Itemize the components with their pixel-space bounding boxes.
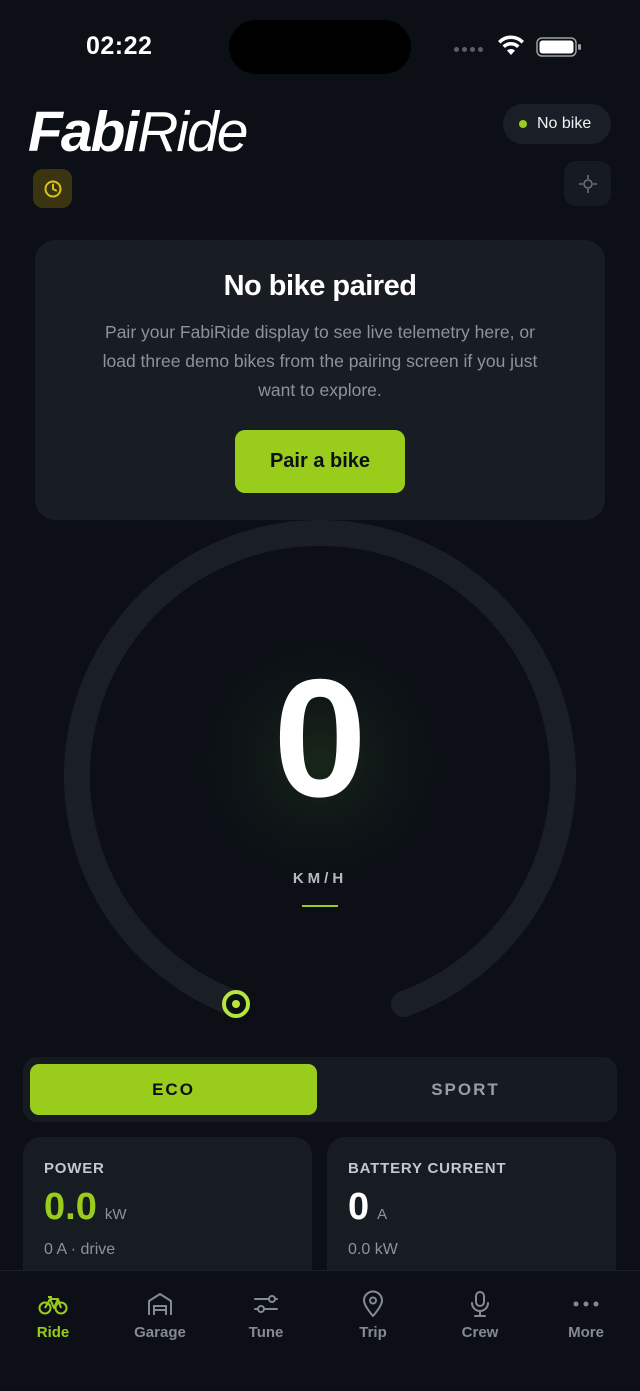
no-bike-title: No bike paired (223, 270, 417, 302)
mode-eco-button[interactable]: ECO (30, 1064, 317, 1115)
tab-garage[interactable]: Garage (115, 1289, 205, 1341)
battery-current-label: BATTERY CURRENT (348, 1160, 507, 1177)
tab-tune[interactable]: Tune (221, 1289, 311, 1341)
locate-button[interactable] (564, 161, 611, 206)
dynamic-island (229, 20, 411, 74)
speed-value: 0 (273, 644, 367, 832)
tab-more[interactable]: More (541, 1289, 631, 1341)
tab-trip[interactable]: Trip (328, 1289, 418, 1341)
no-bike-description: Pair your FabiRide display to see live t… (102, 322, 538, 400)
power-label: POWER (44, 1160, 105, 1177)
bike-icon (38, 1296, 68, 1315)
battery-current-sub: 0.0 kW (348, 1241, 398, 1258)
battery-icon (536, 37, 581, 57)
status-time: 02:22 (86, 32, 153, 60)
battery-current-card: BATTERY CURRENT 0A 0.0 kW (327, 1137, 616, 1287)
clock-icon (44, 180, 61, 197)
speed-unit: KM/H (292, 870, 348, 887)
status-dot-icon (519, 120, 527, 128)
app-logo: FabiRide (28, 100, 248, 164)
tab-garage-label: Garage (134, 1324, 186, 1341)
cellular-signal-icon (454, 47, 483, 52)
speed-unit-underline (302, 905, 338, 907)
pair-bike-button[interactable]: Pair a bike (235, 430, 405, 493)
bike-connection-label: No bike (537, 115, 592, 132)
map-pin-icon (363, 1290, 383, 1317)
microphone-icon (471, 1291, 489, 1317)
no-bike-card: No bike paired Pair your FabiRide displa… (35, 240, 605, 520)
garage-icon (148, 1293, 172, 1315)
tab-crew-label: Crew (461, 1324, 499, 1341)
battery-current-value: 0A (348, 1186, 388, 1228)
tab-bar: Ride Garage Tune Trip Crew More (0, 1270, 640, 1391)
tab-trip-label: Trip (359, 1324, 387, 1341)
crosshair-icon (578, 174, 597, 193)
tab-crew[interactable]: Crew (435, 1289, 525, 1341)
tab-ride[interactable]: Ride (8, 1289, 98, 1341)
tab-ride-label: Ride (36, 1324, 70, 1341)
power-sub: 0 A · drive (44, 1241, 116, 1258)
assist-mode-toggle: ECO SPORT (23, 1057, 617, 1122)
tab-more-label: More (568, 1324, 604, 1341)
wifi-icon (498, 35, 524, 55)
bike-connection-status[interactable]: No bike (503, 104, 611, 144)
sliders-icon (254, 1295, 278, 1313)
status-bar: 02:22 (0, 0, 640, 94)
more-dots-icon (573, 1301, 599, 1307)
mode-sport-button[interactable]: SPORT (321, 1064, 610, 1115)
tab-tune-label: Tune (248, 1324, 284, 1341)
power-value: 0.0 kW (44, 1186, 127, 1228)
power-card: POWER 0.0 kW 0 A · drive (23, 1137, 312, 1287)
history-button[interactable] (33, 169, 72, 208)
